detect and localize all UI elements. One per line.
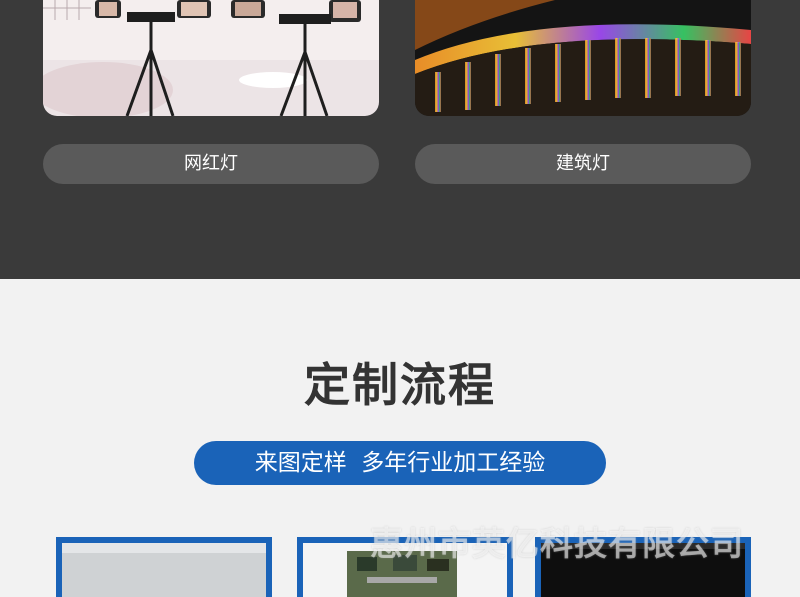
process-title: 定制流程 <box>304 358 496 412</box>
process-photo-1 <box>56 537 272 597</box>
company-watermark: 惠州市英亿科技有限公司 <box>370 524 744 563</box>
process-subtitle-pill: 来图定样 多年行业加工经验 <box>194 441 606 485</box>
product-label-wanghong[interactable]: 网红灯 <box>43 144 379 184</box>
product-image-jianzhu[interactable] <box>415 0 751 116</box>
product-gallery-section: 网红灯 建筑灯 <box>0 0 800 279</box>
building-lights-photo <box>415 0 751 116</box>
product-label-jianzhu[interactable]: 建筑灯 <box>415 144 751 184</box>
tripod-photo <box>43 0 379 116</box>
process-section: 定制流程 来图定样 多年行业加工经验 惠州市英亿科技有限公司 <box>0 279 800 597</box>
process-step-image-1[interactable] <box>56 537 272 597</box>
product-image-wanghong[interactable] <box>43 0 379 116</box>
